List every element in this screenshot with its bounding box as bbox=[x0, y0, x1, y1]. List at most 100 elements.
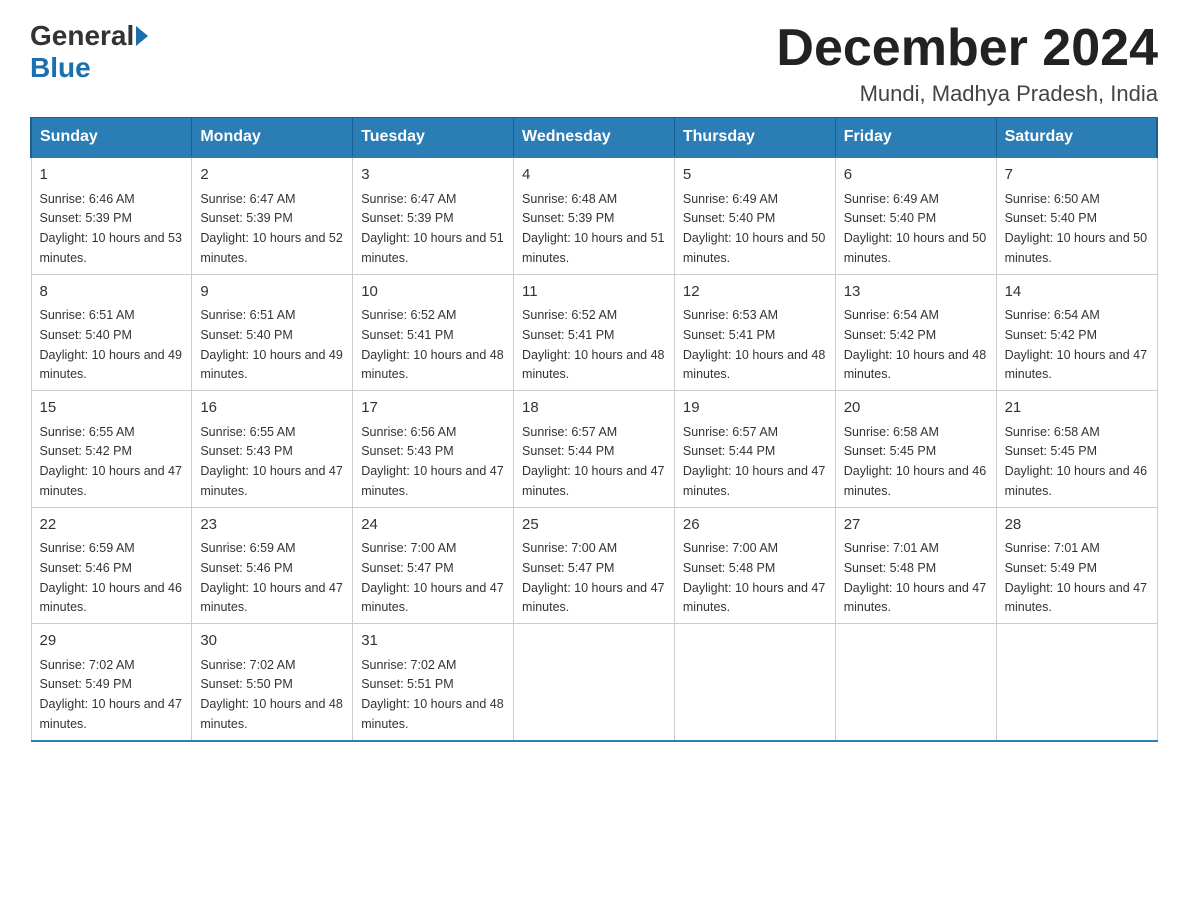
day-sun-info: Sunrise: 6:49 AM Sunset: 5:40 PM Dayligh… bbox=[844, 192, 986, 265]
calendar-day-cell bbox=[514, 624, 675, 741]
day-sun-info: Sunrise: 6:48 AM Sunset: 5:39 PM Dayligh… bbox=[522, 192, 664, 265]
day-sun-info: Sunrise: 6:49 AM Sunset: 5:40 PM Dayligh… bbox=[683, 192, 825, 265]
day-number: 13 bbox=[844, 281, 988, 304]
calendar-day-cell: 15 Sunrise: 6:55 AM Sunset: 5:42 PM Dayli… bbox=[31, 391, 192, 508]
day-header-wednesday: Wednesday bbox=[514, 118, 675, 158]
day-number: 12 bbox=[683, 281, 827, 304]
day-number: 9 bbox=[200, 281, 344, 304]
day-sun-info: Sunrise: 6:53 AM Sunset: 5:41 PM Dayligh… bbox=[683, 308, 825, 381]
calendar-week-row: 15 Sunrise: 6:55 AM Sunset: 5:42 PM Dayli… bbox=[31, 391, 1157, 508]
day-number: 30 bbox=[200, 630, 344, 653]
day-sun-info: Sunrise: 7:01 AM Sunset: 5:49 PM Dayligh… bbox=[1005, 541, 1147, 614]
day-number: 1 bbox=[40, 164, 184, 187]
day-sun-info: Sunrise: 6:59 AM Sunset: 5:46 PM Dayligh… bbox=[40, 541, 182, 614]
day-number: 27 bbox=[844, 514, 988, 537]
calendar-day-cell: 28 Sunrise: 7:01 AM Sunset: 5:49 PM Dayli… bbox=[996, 507, 1157, 624]
calendar-day-cell: 19Sunrise: 6:57 AM Sunset: 5:44 PM Dayli… bbox=[674, 391, 835, 508]
day-number: 26 bbox=[683, 514, 827, 537]
calendar-day-cell: 9 Sunrise: 6:51 AM Sunset: 5:40 PM Daylig… bbox=[192, 274, 353, 391]
day-number: 6 bbox=[844, 164, 988, 187]
day-sun-info: Sunrise: 6:55 AM Sunset: 5:43 PM Dayligh… bbox=[200, 425, 342, 498]
calendar-day-cell: 5 Sunrise: 6:49 AM Sunset: 5:40 PM Daylig… bbox=[674, 157, 835, 274]
logo-blue-text: Blue bbox=[30, 52, 91, 84]
day-number: 7 bbox=[1005, 164, 1149, 187]
day-number: 25 bbox=[522, 514, 666, 537]
calendar-week-row: 1Sunrise: 6:46 AM Sunset: 5:39 PM Daylig… bbox=[31, 157, 1157, 274]
day-sun-info: Sunrise: 6:58 AM Sunset: 5:45 PM Dayligh… bbox=[1005, 425, 1147, 498]
day-number: 3 bbox=[361, 164, 505, 187]
day-sun-info: Sunrise: 7:02 AM Sunset: 5:50 PM Dayligh… bbox=[200, 658, 342, 731]
day-header-sunday: Sunday bbox=[31, 118, 192, 158]
day-header-monday: Monday bbox=[192, 118, 353, 158]
calendar-day-cell: 14Sunrise: 6:54 AM Sunset: 5:42 PM Dayli… bbox=[996, 274, 1157, 391]
calendar-table: SundayMondayTuesdayWednesdayThursdayFrid… bbox=[30, 117, 1158, 742]
day-sun-info: Sunrise: 6:50 AM Sunset: 5:40 PM Dayligh… bbox=[1005, 192, 1147, 265]
calendar-day-cell: 2Sunrise: 6:47 AM Sunset: 5:39 PM Daylig… bbox=[192, 157, 353, 274]
day-sun-info: Sunrise: 7:00 AM Sunset: 5:48 PM Dayligh… bbox=[683, 541, 825, 614]
day-sun-info: Sunrise: 6:55 AM Sunset: 5:42 PM Dayligh… bbox=[40, 425, 182, 498]
calendar-day-cell: 4Sunrise: 6:48 AM Sunset: 5:39 PM Daylig… bbox=[514, 157, 675, 274]
calendar-day-cell: 21 Sunrise: 6:58 AM Sunset: 5:45 PM Dayli… bbox=[996, 391, 1157, 508]
day-number: 8 bbox=[40, 281, 184, 304]
day-sun-info: Sunrise: 7:02 AM Sunset: 5:49 PM Dayligh… bbox=[40, 658, 182, 731]
day-header-saturday: Saturday bbox=[996, 118, 1157, 158]
calendar-day-cell: 20 Sunrise: 6:58 AM Sunset: 5:45 PM Dayli… bbox=[835, 391, 996, 508]
day-sun-info: Sunrise: 6:57 AM Sunset: 5:44 PM Dayligh… bbox=[683, 425, 825, 498]
day-number: 21 bbox=[1005, 397, 1149, 420]
calendar-day-cell bbox=[996, 624, 1157, 741]
calendar-day-cell: 17 Sunrise: 6:56 AM Sunset: 5:43 PM Dayli… bbox=[353, 391, 514, 508]
day-number: 11 bbox=[522, 281, 666, 304]
day-header-thursday: Thursday bbox=[674, 118, 835, 158]
day-number: 14 bbox=[1005, 281, 1149, 304]
day-number: 29 bbox=[40, 630, 184, 653]
day-number: 28 bbox=[1005, 514, 1149, 537]
day-header-tuesday: Tuesday bbox=[353, 118, 514, 158]
day-sun-info: Sunrise: 6:58 AM Sunset: 5:45 PM Dayligh… bbox=[844, 425, 986, 498]
day-number: 17 bbox=[361, 397, 505, 420]
calendar-day-cell bbox=[835, 624, 996, 741]
day-sun-info: Sunrise: 7:00 AM Sunset: 5:47 PM Dayligh… bbox=[361, 541, 503, 614]
day-number: 16 bbox=[200, 397, 344, 420]
calendar-day-cell: 16 Sunrise: 6:55 AM Sunset: 5:43 PM Dayli… bbox=[192, 391, 353, 508]
logo-general-text: General bbox=[30, 20, 134, 52]
day-sun-info: Sunrise: 6:52 AM Sunset: 5:41 PM Dayligh… bbox=[522, 308, 664, 381]
calendar-day-cell: 10 Sunrise: 6:52 AM Sunset: 5:41 PM Dayli… bbox=[353, 274, 514, 391]
calendar-day-cell: 27 Sunrise: 7:01 AM Sunset: 5:48 PM Dayli… bbox=[835, 507, 996, 624]
calendar-header-row: SundayMondayTuesdayWednesdayThursdayFrid… bbox=[31, 118, 1157, 158]
day-sun-info: Sunrise: 6:52 AM Sunset: 5:41 PM Dayligh… bbox=[361, 308, 503, 381]
day-number: 5 bbox=[683, 164, 827, 187]
day-number: 15 bbox=[40, 397, 184, 420]
location-subtitle: Mundi, Madhya Pradesh, India bbox=[776, 81, 1158, 107]
day-sun-info: Sunrise: 6:51 AM Sunset: 5:40 PM Dayligh… bbox=[200, 308, 342, 381]
calendar-day-cell: 6 Sunrise: 6:49 AM Sunset: 5:40 PM Daylig… bbox=[835, 157, 996, 274]
day-sun-info: Sunrise: 7:00 AM Sunset: 5:47 PM Dayligh… bbox=[522, 541, 664, 614]
calendar-day-cell: 13 Sunrise: 6:54 AM Sunset: 5:42 PM Dayli… bbox=[835, 274, 996, 391]
calendar-week-row: 29 Sunrise: 7:02 AM Sunset: 5:49 PM Dayli… bbox=[31, 624, 1157, 741]
day-sun-info: Sunrise: 7:02 AM Sunset: 5:51 PM Dayligh… bbox=[361, 658, 503, 731]
day-sun-info: Sunrise: 6:51 AM Sunset: 5:40 PM Dayligh… bbox=[40, 308, 182, 381]
day-number: 10 bbox=[361, 281, 505, 304]
logo: General Blue bbox=[30, 20, 150, 84]
page-header: General Blue December 2024 Mundi, Madhya… bbox=[30, 20, 1158, 107]
calendar-week-row: 22Sunrise: 6:59 AM Sunset: 5:46 PM Dayli… bbox=[31, 507, 1157, 624]
day-number: 20 bbox=[844, 397, 988, 420]
day-number: 24 bbox=[361, 514, 505, 537]
title-section: December 2024 Mundi, Madhya Pradesh, Ind… bbox=[776, 20, 1158, 107]
calendar-day-cell: 7 Sunrise: 6:50 AM Sunset: 5:40 PM Daylig… bbox=[996, 157, 1157, 274]
day-sun-info: Sunrise: 6:56 AM Sunset: 5:43 PM Dayligh… bbox=[361, 425, 503, 498]
calendar-day-cell: 23Sunrise: 6:59 AM Sunset: 5:46 PM Dayli… bbox=[192, 507, 353, 624]
calendar-day-cell: 8 Sunrise: 6:51 AM Sunset: 5:40 PM Daylig… bbox=[31, 274, 192, 391]
day-sun-info: Sunrise: 6:54 AM Sunset: 5:42 PM Dayligh… bbox=[844, 308, 986, 381]
day-sun-info: Sunrise: 6:47 AM Sunset: 5:39 PM Dayligh… bbox=[200, 192, 342, 265]
calendar-day-cell: 11 Sunrise: 6:52 AM Sunset: 5:41 PM Dayli… bbox=[514, 274, 675, 391]
calendar-day-cell: 31 Sunrise: 7:02 AM Sunset: 5:51 PM Dayli… bbox=[353, 624, 514, 741]
day-number: 31 bbox=[361, 630, 505, 653]
calendar-day-cell: 18Sunrise: 6:57 AM Sunset: 5:44 PM Dayli… bbox=[514, 391, 675, 508]
calendar-day-cell: 26 Sunrise: 7:00 AM Sunset: 5:48 PM Dayli… bbox=[674, 507, 835, 624]
calendar-day-cell: 29 Sunrise: 7:02 AM Sunset: 5:49 PM Dayli… bbox=[31, 624, 192, 741]
calendar-day-cell: 22Sunrise: 6:59 AM Sunset: 5:46 PM Dayli… bbox=[31, 507, 192, 624]
day-number: 23 bbox=[200, 514, 344, 537]
day-number: 18 bbox=[522, 397, 666, 420]
calendar-day-cell: 24 Sunrise: 7:00 AM Sunset: 5:47 PM Dayli… bbox=[353, 507, 514, 624]
day-sun-info: Sunrise: 7:01 AM Sunset: 5:48 PM Dayligh… bbox=[844, 541, 986, 614]
